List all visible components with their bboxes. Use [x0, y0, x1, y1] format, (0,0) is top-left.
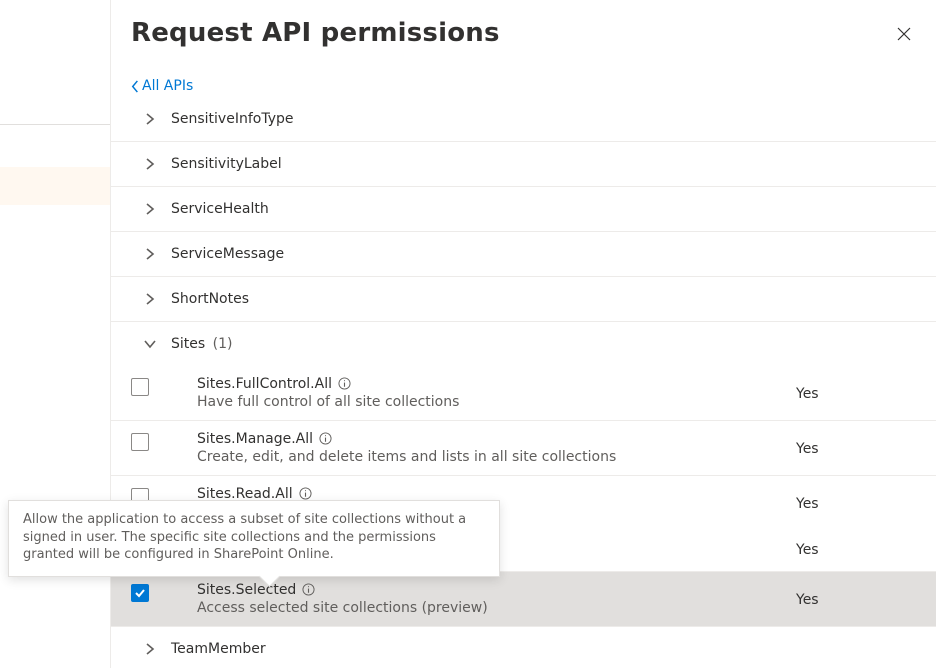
- permission-row-selected: Sites.Selected Access selected site coll…: [111, 572, 936, 627]
- chevron-right-icon: [143, 642, 157, 656]
- group-name: Sites: [171, 336, 205, 352]
- chevron-right-icon: [143, 112, 157, 126]
- admin-consent-value: Yes: [796, 582, 916, 608]
- page-title: Request API permissions: [131, 18, 500, 48]
- admin-consent-value: Yes: [796, 431, 916, 457]
- group-teammember: TeamMember: [111, 627, 936, 671]
- group-name: SensitivityLabel: [171, 156, 282, 172]
- permission-checkbox[interactable]: [131, 378, 149, 396]
- permission-checkbox[interactable]: [131, 433, 149, 451]
- permission-row: Sites.FullControl.All Have full control …: [111, 366, 936, 421]
- permission-body: Sites.Manage.All Create, edit, and delet…: [149, 431, 796, 465]
- info-tooltip: Allow the application to access a subset…: [8, 500, 500, 577]
- info-icon[interactable]: [338, 377, 351, 390]
- permission-row: Sites.Manage.All Create, edit, and delet…: [111, 421, 936, 476]
- chevron-right-icon: [143, 202, 157, 216]
- group-header[interactable]: ServiceHealth: [111, 187, 936, 231]
- checkmark-icon: [134, 587, 146, 599]
- info-icon[interactable]: [319, 432, 332, 445]
- permission-name: Sites.Selected: [197, 582, 296, 598]
- group-sensitivitylabel: SensitivityLabel: [111, 142, 936, 187]
- permission-name: Sites.Manage.All: [197, 431, 313, 447]
- panel-header: Request API permissions: [111, 18, 936, 50]
- chevron-right-icon: [143, 292, 157, 306]
- admin-consent-value: Yes: [796, 376, 916, 402]
- divider: [0, 124, 110, 125]
- permission-name-line: Sites.Manage.All: [197, 431, 796, 447]
- group-servicehealth: ServiceHealth: [111, 187, 936, 232]
- group-name: TeamMember: [171, 641, 266, 657]
- group-name: ShortNotes: [171, 291, 249, 307]
- permission-body: Sites.FullControl.All Have full control …: [149, 376, 796, 410]
- admin-consent-value: Yes: [796, 532, 916, 558]
- info-icon[interactable]: [302, 583, 315, 596]
- permission-checkbox[interactable]: [131, 584, 149, 602]
- group-count: (1): [213, 336, 233, 352]
- group-header[interactable]: SensitiveInfoType: [111, 97, 936, 141]
- group-name-wrapper: Sites (1): [171, 336, 232, 352]
- group-name: SensitiveInfoType: [171, 111, 294, 127]
- chevron-down-icon: [143, 337, 157, 351]
- group-header[interactable]: SensitivityLabel: [111, 142, 936, 186]
- chevron-right-icon: [143, 157, 157, 171]
- group-sensitiveinfotype: SensitiveInfoType: [111, 97, 936, 142]
- chevron-left-icon: [131, 80, 140, 93]
- tooltip-text: Allow the application to access a subset…: [23, 512, 466, 562]
- group-sites: Sites (1) Sites.FullControl.All Have ful…: [111, 322, 936, 627]
- info-icon[interactable]: [299, 487, 312, 500]
- group-servicemessage: ServiceMessage: [111, 232, 936, 277]
- permission-description: Have full control of all site collection…: [197, 394, 796, 410]
- permission-name-line: Sites.Selected: [197, 582, 796, 598]
- group-header[interactable]: TeamMember: [111, 627, 936, 671]
- group-shortnotes: ShortNotes: [111, 277, 936, 322]
- group-name: ServiceHealth: [171, 201, 269, 217]
- group-header[interactable]: ServiceMessage: [111, 232, 936, 276]
- permission-description: Access selected site collections (previe…: [197, 600, 796, 616]
- permission-groups: SensitiveInfoType SensitivityLabel Servi…: [111, 97, 936, 671]
- chevron-right-icon: [143, 247, 157, 261]
- back-all-apis-link[interactable]: All APIs: [111, 50, 193, 94]
- close-icon: [897, 27, 911, 41]
- admin-consent-value: Yes: [796, 486, 916, 512]
- close-button[interactable]: [888, 18, 920, 50]
- permission-name: Sites.FullControl.All: [197, 376, 332, 392]
- permission-description: Create, edit, and delete items and lists…: [197, 449, 796, 465]
- group-name: ServiceMessage: [171, 246, 284, 262]
- nav-highlight: [0, 167, 110, 205]
- group-header[interactable]: ShortNotes: [111, 277, 936, 321]
- permission-body: Sites.Selected Access selected site coll…: [149, 582, 796, 616]
- group-header[interactable]: Sites (1): [111, 322, 936, 366]
- permission-name-line: Sites.FullControl.All: [197, 376, 796, 392]
- back-label: All APIs: [142, 78, 193, 94]
